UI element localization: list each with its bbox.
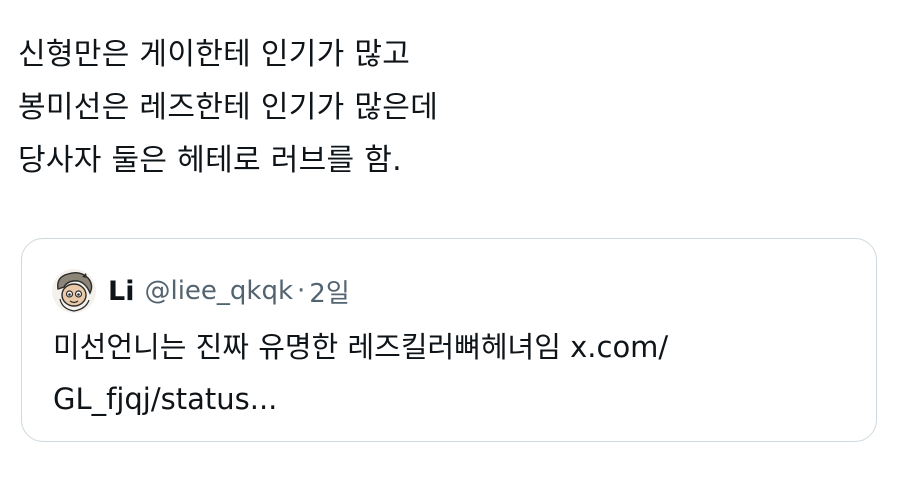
tweet: 신형만은 게이한테 인기가 많고 봉미선은 레즈한테 인기가 많은데 당사자 둘… <box>0 0 900 489</box>
tweet-text: 신형만은 게이한테 인기가 많고 봉미선은 레즈한테 인기가 많은데 당사자 둘… <box>18 28 438 187</box>
quoted-text-line: 미선언니는 진짜 유명한 레즈킬러뼈헤녀임 x.com/ <box>53 330 669 364</box>
tweet-text-line: 당사자 둘은 헤테로 러브를 함. <box>18 143 402 178</box>
avatar[interactable] <box>52 269 96 313</box>
quoted-tweet-header: Li @liee_qkqk · 2일 <box>52 269 350 313</box>
quoted-timestamp[interactable]: 2일 <box>309 273 349 310</box>
quoted-handle[interactable]: @liee_qkqk <box>144 276 293 306</box>
tweet-text-line: 봉미선은 레즈한테 인기가 많은데 <box>18 90 439 125</box>
quoted-text-line: GL_fjqj/status... <box>53 382 278 416</box>
quoted-tweet-text: 미선언니는 진짜 유명한 레즈킬러뼈헤녀임 x.com/ GL_fjqj/sta… <box>53 321 853 425</box>
quoted-display-name[interactable]: Li <box>108 276 134 307</box>
quoted-tweet-card[interactable]: Li @liee_qkqk · 2일 미선언니는 진짜 유명한 레즈킬러뼈헤녀임… <box>21 238 877 442</box>
cartoon-avatar-icon <box>52 269 96 313</box>
separator-dot: · <box>297 276 306 306</box>
tweet-text-line: 신형만은 게이한테 인기가 많고 <box>18 37 411 72</box>
